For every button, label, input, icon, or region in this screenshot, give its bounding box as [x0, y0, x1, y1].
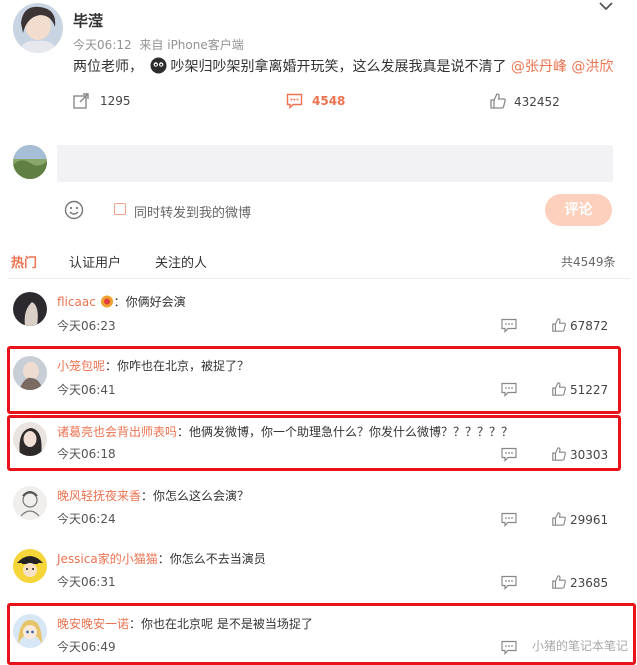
reply-icon[interactable] [501, 512, 517, 527]
comment-time: 今天06:31 [57, 575, 116, 589]
comment-avatar[interactable] [13, 614, 47, 648]
submit-label: 评论 [564, 202, 593, 218]
comment-text: 你也在北京呢 是不是被当场捉了 [141, 617, 313, 631]
comment-text: 你咋也在北京，被捉了？ [117, 359, 250, 373]
like-icon[interactable] [551, 446, 567, 462]
comment-text: 你怎么不去当演员 [169, 552, 266, 566]
comment-user[interactable]: 诸葛亮也会背出师表吗 [57, 425, 177, 439]
like-count[interactable]: 432452 [514, 95, 560, 109]
like-icon[interactable] [551, 381, 567, 397]
comment-text: 他俩发微博，你一个助理急什么？你发什么微博？？？？？？ [189, 425, 514, 439]
reply-icon[interactable] [501, 382, 517, 397]
post-text-a: 两位老师， [73, 59, 143, 75]
comment-time: 今天06:18 [57, 447, 116, 461]
post-text: 两位老师， 吵架归吵架别拿离婚开玩笑，这么发展我真是说不清了 @张丹峰 @洪欣 [73, 56, 613, 76]
comment-item: Jessica家的小猫猫：你怎么不去当演员 今天06:31 23685 [0, 545, 637, 591]
tab-hot[interactable]: 热门 [11, 252, 37, 271]
post-source: 来自 iPhone客户端 [139, 38, 244, 52]
comment-sep: ： [177, 425, 190, 439]
reply-icon[interactable] [501, 575, 517, 590]
comment-time: 今天06:41 [57, 383, 116, 397]
comment-time: 今天06:49 [57, 640, 116, 654]
tab-verified[interactable]: 认证用户 [69, 252, 121, 271]
comment-sep: ： [105, 359, 118, 373]
chevron-down-icon[interactable] [598, 0, 614, 12]
comment-user[interactable]: Jessica家的小猫猫 [57, 552, 158, 566]
comment-body: 晚风轻抚夜来香：你怎么这么会演？ [57, 487, 249, 504]
comment-avatar[interactable] [13, 292, 47, 326]
emoji-icon [150, 57, 167, 74]
like-icon[interactable] [551, 574, 567, 590]
author-name[interactable]: 毕滢 [73, 10, 103, 31]
watermark-text: 小猪的笔记本笔记 [532, 639, 629, 653]
comment-time: 今天06:23 [57, 319, 116, 333]
tabs-divider [8, 278, 630, 279]
comment-avatar[interactable] [13, 549, 47, 583]
reply-icon[interactable] [501, 318, 517, 333]
comment-avatar[interactable] [13, 356, 47, 390]
post-meta: 今天06:12 来自 iPhone客户端 [73, 36, 244, 53]
comment-like-count[interactable]: 51227 [570, 383, 608, 397]
comment-sep: ： [157, 552, 170, 566]
repost-count[interactable]: 1295 [100, 94, 131, 108]
comment-user[interactable]: 晚安晚安一诺 [57, 617, 129, 631]
comment-avatar[interactable] [13, 422, 47, 456]
comment-icon[interactable] [286, 93, 303, 109]
submit-comment-button[interactable]: 评论 [545, 194, 612, 226]
repost-checkbox[interactable] [114, 203, 126, 215]
comment-user[interactable]: flicaac [57, 295, 96, 309]
like-icon[interactable] [551, 511, 567, 527]
comment-like-count[interactable]: 30303 [570, 448, 608, 462]
comment-body: 晚安晚安一诺：你也在北京呢 是不是被当场捉了 [57, 615, 313, 632]
repost-checkbox-label[interactable]: 同时转发到我的微博 [134, 202, 251, 221]
mention-hong[interactable]: @洪欣 [571, 59, 613, 75]
comment-avatar[interactable] [13, 486, 47, 520]
comment-input[interactable] [57, 145, 613, 182]
like-icon[interactable] [551, 317, 567, 333]
comment-item: 晚风轻抚夜来香：你怎么这么会演？ 今天06:24 29961 [0, 482, 637, 528]
post-time[interactable]: 今天06:12 [73, 38, 132, 52]
comment-like-count[interactable]: 23685 [570, 576, 608, 590]
comment-sep: ： [113, 295, 126, 309]
post-text-b: 吵架归吵架别拿离婚开玩笑，这么发展我真是说不清了 [170, 59, 507, 75]
mention-zhang[interactable]: @张丹峰 [511, 59, 567, 75]
comment-item: 诸葛亮也会背出师表吗：他俩发微博，你一个助理急什么？你发什么微博？？？？？？ 今… [0, 418, 637, 464]
reply-icon[interactable] [501, 447, 517, 462]
comment-user[interactable]: 晚风轻抚夜来香 [57, 489, 141, 503]
comment-total: 共4549条 [561, 255, 616, 269]
comment-text: 你俩好会演 [125, 295, 186, 309]
comment-body: flicaac ：你俩好会演 [57, 293, 186, 310]
comment-like-count[interactable]: 67872 [570, 319, 608, 333]
comment-time: 今天06:24 [57, 512, 116, 526]
comment-sep: ： [129, 617, 142, 631]
emoji-picker-icon[interactable] [64, 200, 84, 220]
comment-item: 小笼包呢：你咋也在北京，被捉了？ 今天06:41 51227 [0, 352, 637, 398]
comment-like-count[interactable]: 29961 [570, 513, 608, 527]
tab-following[interactable]: 关注的人 [155, 252, 207, 271]
my-avatar [13, 145, 47, 179]
comment-body: 诸葛亮也会背出师表吗：他俩发微博，你一个助理急什么？你发什么微博？？？？？？ [57, 423, 513, 440]
comment-body: Jessica家的小猫猫：你怎么不去当演员 [57, 550, 266, 567]
comment-body: 小笼包呢：你咋也在北京，被捉了？ [57, 357, 249, 374]
vip-badge-icon [100, 295, 114, 308]
reply-icon[interactable] [501, 640, 517, 655]
comment-item: flicaac ：你俩好会演 今天06:23 67872 [0, 288, 637, 334]
comment-count[interactable]: 4548 [312, 94, 345, 108]
comment-text: 你怎么这么会演？ [153, 489, 250, 503]
author-avatar[interactable] [13, 3, 63, 53]
comment-sep: ： [141, 489, 154, 503]
comment-user[interactable]: 小笼包呢 [57, 359, 105, 373]
repost-icon[interactable] [72, 92, 90, 110]
like-icon[interactable] [489, 92, 507, 110]
